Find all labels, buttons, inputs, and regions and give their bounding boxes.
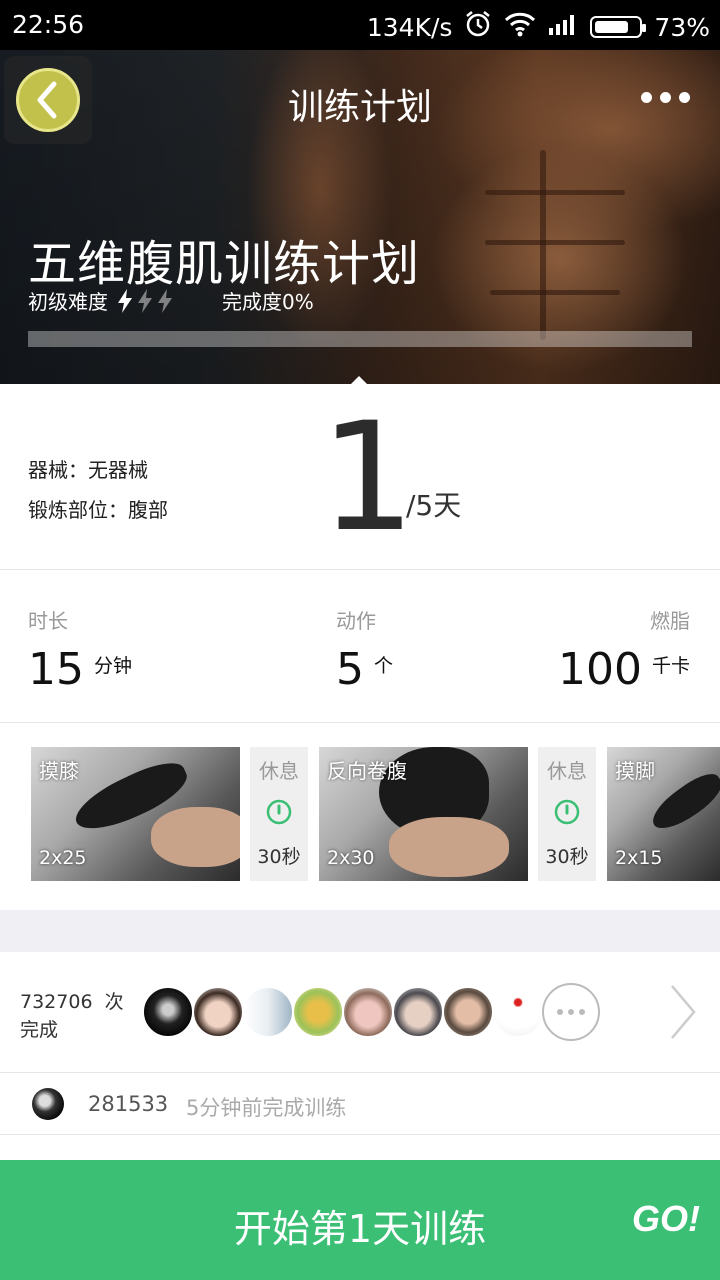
recent-text: 5分钟前完成训练 xyxy=(186,1096,347,1120)
rest-label: 休息 xyxy=(547,759,587,783)
avatar[interactable] xyxy=(342,986,394,1038)
stat-unit: 个 xyxy=(374,655,394,677)
plan-hero: 训练计划 五维腹肌训练计划 初级难度 完成度0% xyxy=(0,50,720,384)
exercise-name: 反向卷腹 xyxy=(327,759,407,783)
avatar[interactable] xyxy=(392,986,444,1038)
completion-number: 732706 xyxy=(20,991,93,1013)
avatar[interactable] xyxy=(142,986,194,1038)
stat-duration: 时长 15 分钟 xyxy=(28,605,132,695)
avatar[interactable] xyxy=(492,986,544,1038)
status-bar: 22:56 134K/s 73% xyxy=(0,0,720,50)
chevron-right-icon[interactable] xyxy=(668,982,698,1042)
recent-activity: 281533 5分钟前完成训练 xyxy=(0,1074,720,1135)
exercise-card[interactable]: 摸膝 2x25 xyxy=(31,747,240,881)
timer-icon xyxy=(554,799,580,825)
avatar[interactable] xyxy=(442,986,494,1038)
battery-icon xyxy=(590,16,647,38)
completion-suffix: 次 xyxy=(104,991,124,1013)
bolt-filled-icon xyxy=(118,288,132,313)
rest-card: 休息 30秒 xyxy=(538,747,596,881)
recent-user[interactable]: 281533 xyxy=(88,1092,168,1116)
section-divider xyxy=(0,910,720,952)
rest-label: 休息 xyxy=(259,759,299,783)
avatar[interactable] xyxy=(292,986,344,1038)
more-avatars-button[interactable] xyxy=(542,983,600,1041)
stat-actions: 动作 5个 xyxy=(336,605,393,695)
signal-icon xyxy=(548,12,578,42)
stat-unit: 分钟 xyxy=(94,655,133,677)
more-options-icon[interactable] xyxy=(641,92,690,103)
completion-progress-bar xyxy=(28,331,692,347)
completion-label: 完成 xyxy=(20,1019,59,1041)
stat-burn: 燃脂 100 千卡 xyxy=(558,605,690,695)
stat-value: 15 xyxy=(28,644,84,695)
exercise-reps: 2x25 xyxy=(39,847,87,869)
avatar[interactable] xyxy=(242,986,294,1038)
status-time: 22:56 xyxy=(12,10,85,39)
difficulty-rating xyxy=(116,288,174,314)
plan-name: 五维腹肌训练计划 xyxy=(28,236,421,292)
bolt-empty-icon xyxy=(158,288,172,313)
page-title: 训练计划 xyxy=(287,87,432,128)
completions-row[interactable]: 732706 次 完成 xyxy=(0,952,720,1073)
stat-value: 5 xyxy=(336,644,364,695)
alarm-icon xyxy=(464,10,492,44)
plan-info: 器械：无器械 锻炼部位：腹部 1 /5天 xyxy=(0,384,720,570)
rest-time: 30秒 xyxy=(257,846,301,868)
bolt-empty-icon xyxy=(138,288,152,313)
current-day: 1 xyxy=(320,391,416,565)
completion-label: 完成度0% xyxy=(222,290,314,314)
rest-card: 休息 30秒 xyxy=(250,747,308,881)
plan-stats: 时长 15 分钟 动作 5个 燃脂 100 千卡 xyxy=(0,571,720,723)
battery-percent: 73% xyxy=(654,12,710,42)
stat-value: 100 xyxy=(558,644,642,695)
exercise-name: 摸膝 xyxy=(39,759,79,783)
plan-meta: 初级难度 完成度0% xyxy=(28,286,314,315)
exercise-reps: 2x15 xyxy=(615,847,663,869)
total-days: /5天 xyxy=(406,489,462,522)
exercise-name: 摸脚 xyxy=(615,759,655,783)
exercise-list: 摸膝 2x25 休息 30秒 反向卷腹 2x30 休息 30秒 摸脚 2x15 xyxy=(0,724,720,910)
exercise-card[interactable]: 摸脚 2x15 xyxy=(607,747,720,881)
wifi-icon xyxy=(504,11,536,43)
avatar[interactable] xyxy=(192,986,244,1038)
user-avatars xyxy=(142,983,600,1041)
stat-unit: 千卡 xyxy=(651,655,690,677)
exercise-card[interactable]: 反向卷腹 2x30 xyxy=(319,747,528,881)
status-icons: 134K/s 73% xyxy=(367,10,710,44)
timer-icon xyxy=(266,799,292,825)
equipment-text: 器械：无器械 xyxy=(28,458,148,482)
go-label: GO! xyxy=(632,1198,700,1239)
exercise-reps: 2x30 xyxy=(327,847,375,869)
stat-label: 时长 xyxy=(28,609,68,633)
completion-count: 732706 次 完成 xyxy=(20,988,124,1044)
body-part-text: 锻炼部位：腹部 xyxy=(28,498,168,522)
start-training-button[interactable]: 开始第1天训练 GO! xyxy=(0,1160,720,1280)
stat-label: 燃脂 xyxy=(650,609,690,633)
difficulty-label: 初级难度 xyxy=(28,290,108,314)
stat-label: 动作 xyxy=(336,609,376,633)
avatar[interactable] xyxy=(32,1088,64,1120)
network-speed: 134K/s xyxy=(366,12,453,42)
start-training-label: 开始第1天训练 xyxy=(233,1207,487,1251)
rest-time: 30秒 xyxy=(545,846,589,868)
